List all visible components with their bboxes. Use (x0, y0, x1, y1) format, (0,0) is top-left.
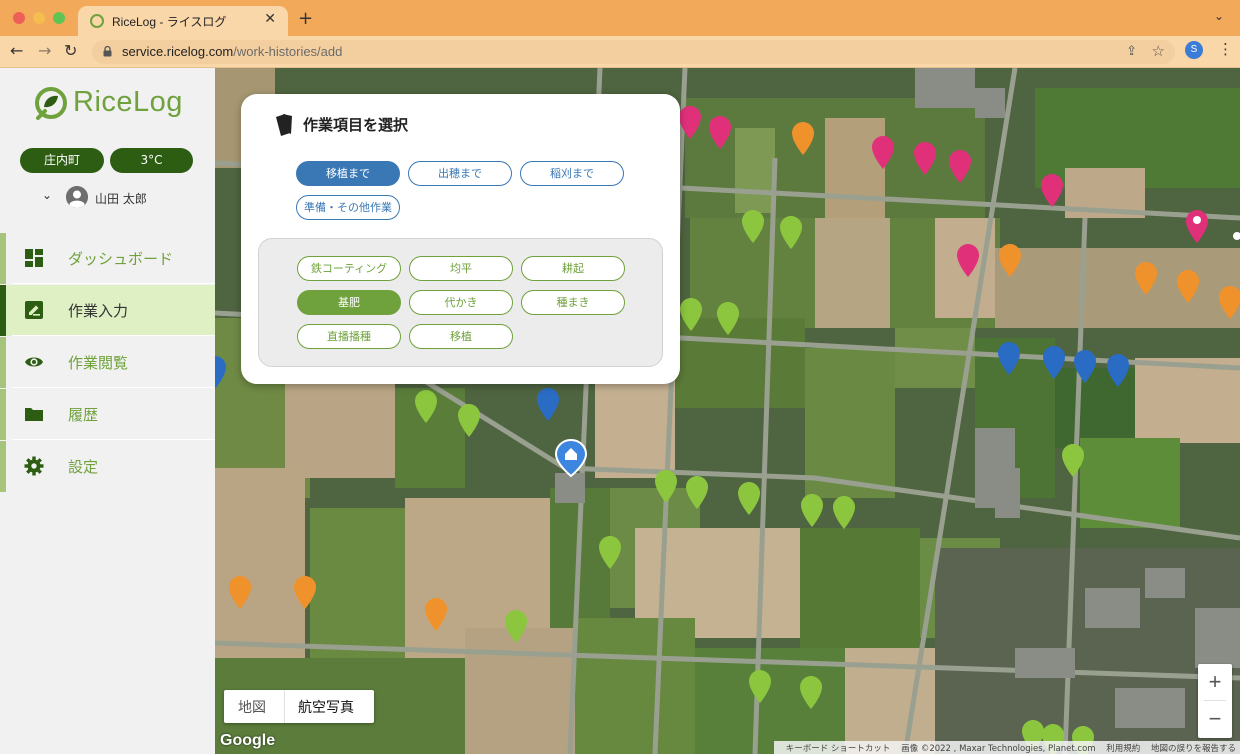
dashboard-icon (25, 249, 43, 267)
divider (12, 283, 215, 284)
url-path: /work-histories/add (233, 44, 343, 59)
new-tab-icon[interactable]: + (298, 8, 313, 29)
divider (12, 439, 215, 440)
divider (12, 387, 215, 388)
leaf-logo-icon (35, 87, 67, 120)
task-button-puddling[interactable]: 代かき (409, 290, 513, 315)
map-attribution: キーボード ショートカット 画像 ©2022 , Maxar Technolog… (773, 741, 1240, 754)
browser-tab[interactable]: RiceLog - ライスログ ✕ (78, 6, 288, 36)
sidebar-item-label: ダッシュボード (68, 250, 174, 268)
address-bar[interactable]: service.ricelog.com/work-histories/add ⇪… (92, 40, 1175, 64)
sidebar: RiceLog 庄内町 3°C ⌄ 山田 太郎 ダッシュボード 作業入力 作業閲… (0, 68, 215, 754)
location-badge: 庄内町 (20, 148, 104, 173)
eye-icon (25, 357, 43, 367)
sidebar-item-dashboard[interactable]: ダッシュボード (0, 233, 215, 284)
minimize-window-button[interactable] (33, 12, 45, 24)
zoom-in-button[interactable]: + (1198, 664, 1232, 700)
chevron-down-icon[interactable]: ⌄ (42, 188, 52, 202)
back-arrow-icon[interactable]: ← (10, 41, 23, 60)
browser-toolbar: ← → ↻ service.ricelog.com/work-histories… (0, 36, 1240, 68)
divider (284, 690, 285, 723)
browser-menu-icon[interactable]: ⋮ (1218, 40, 1233, 58)
url-host: service.ricelog.com (122, 44, 234, 59)
tab-title: RiceLog - ライスログ (112, 15, 227, 29)
sidebar-item-label: 作業入力 (68, 302, 129, 320)
logo-text: RiceLog (73, 86, 183, 118)
task-button-transplant[interactable]: 移植 (409, 324, 513, 349)
stage-button-prep-other[interactable]: 準備・その他作業 (296, 195, 400, 220)
sidebar-item-label: 設定 (68, 458, 99, 476)
sidebar-item-work-view[interactable]: 作業閲覧 (0, 337, 215, 388)
map-type-control: 地図 航空写真 (224, 690, 374, 723)
maximize-window-button[interactable] (53, 12, 65, 24)
task-button-direct-seeding[interactable]: 直播播種 (297, 324, 401, 349)
keyboard-shortcuts-link[interactable]: キーボード ショートカット (786, 744, 891, 754)
map-type-satellite[interactable]: 航空写真 (298, 697, 354, 717)
forward-arrow-icon[interactable]: → (38, 41, 51, 60)
stage-button-until-harvest[interactable]: 稲刈まで (520, 161, 624, 186)
zoom-out-button[interactable]: − (1198, 701, 1232, 737)
task-button-leveling[interactable]: 均平 (409, 256, 513, 281)
sidebar-item-history[interactable]: 履歴 (0, 389, 215, 440)
stage-button-until-heading[interactable]: 出穂まで (408, 161, 512, 186)
profile-avatar[interactable]: S (1185, 41, 1203, 59)
sidebar-item-settings[interactable]: 設定 (0, 441, 215, 492)
work-item-selection-panel: 作業項目を選択 移植まで 出穂まで 稲刈まで 準備・その他作業 鉄コーティング … (241, 94, 680, 384)
bookmark-star-icon[interactable]: ☆ (1152, 42, 1165, 60)
tab-close-icon[interactable]: ✕ (264, 11, 276, 27)
temperature-badge: 3°C (110, 148, 193, 173)
task-button-base-fertilizer[interactable]: 基肥 (297, 290, 401, 315)
share-icon[interactable]: ⇪ (1126, 44, 1137, 59)
cards-icon (276, 114, 292, 136)
ricelog-favicon-icon (90, 14, 104, 28)
terms-link[interactable]: 利用規約 (1106, 744, 1140, 754)
zoom-control: + − (1198, 664, 1232, 738)
report-error-link[interactable]: 地図の誤りを報告する (1151, 744, 1236, 754)
sidebar-item-label: 履歴 (68, 406, 99, 424)
ricelog-logo[interactable]: RiceLog (33, 83, 193, 127)
sidebar-item-label: 作業閲覧 (68, 354, 129, 372)
selected-marker-dot (1193, 216, 1201, 224)
folder-icon (25, 408, 43, 421)
divider (12, 335, 215, 336)
edit-icon (25, 301, 43, 319)
browser-tab-strip: RiceLog - ライスログ ✕ + ⌄ (0, 0, 1240, 36)
user-menu[interactable]: ⌄ 山田 太郎 (42, 186, 202, 210)
lock-icon (103, 46, 112, 57)
stage-button-until-transplant[interactable]: 移植まで (296, 161, 400, 186)
url-text: service.ricelog.com/work-histories/add (122, 44, 342, 59)
task-button-plowing[interactable]: 耕起 (521, 256, 625, 281)
imagery-credit: 画像 ©2022 , Maxar Technologies, Planet.co… (901, 744, 1096, 754)
task-button-seeding[interactable]: 種まき (521, 290, 625, 315)
task-button-iron-coating[interactable]: 鉄コーティング (297, 256, 401, 281)
gear-icon (24, 456, 44, 476)
tab-list-chevron-icon[interactable]: ⌄ (1214, 9, 1224, 23)
map-type-roadmap[interactable]: 地図 (238, 697, 266, 717)
google-logo: Google (220, 732, 276, 749)
close-window-button[interactable] (13, 12, 25, 24)
user-name: 山田 太郎 (95, 192, 147, 206)
reload-icon[interactable]: ↻ (64, 41, 77, 60)
sidebar-item-work-input[interactable]: 作業入力 (0, 285, 215, 336)
user-avatar-icon (66, 186, 88, 208)
panel-title: 作業項目を選択 (303, 116, 409, 134)
task-options-box: 鉄コーティング 均平 耕起 基肥 代かき 種まき 直播播種 移植 (258, 238, 663, 367)
